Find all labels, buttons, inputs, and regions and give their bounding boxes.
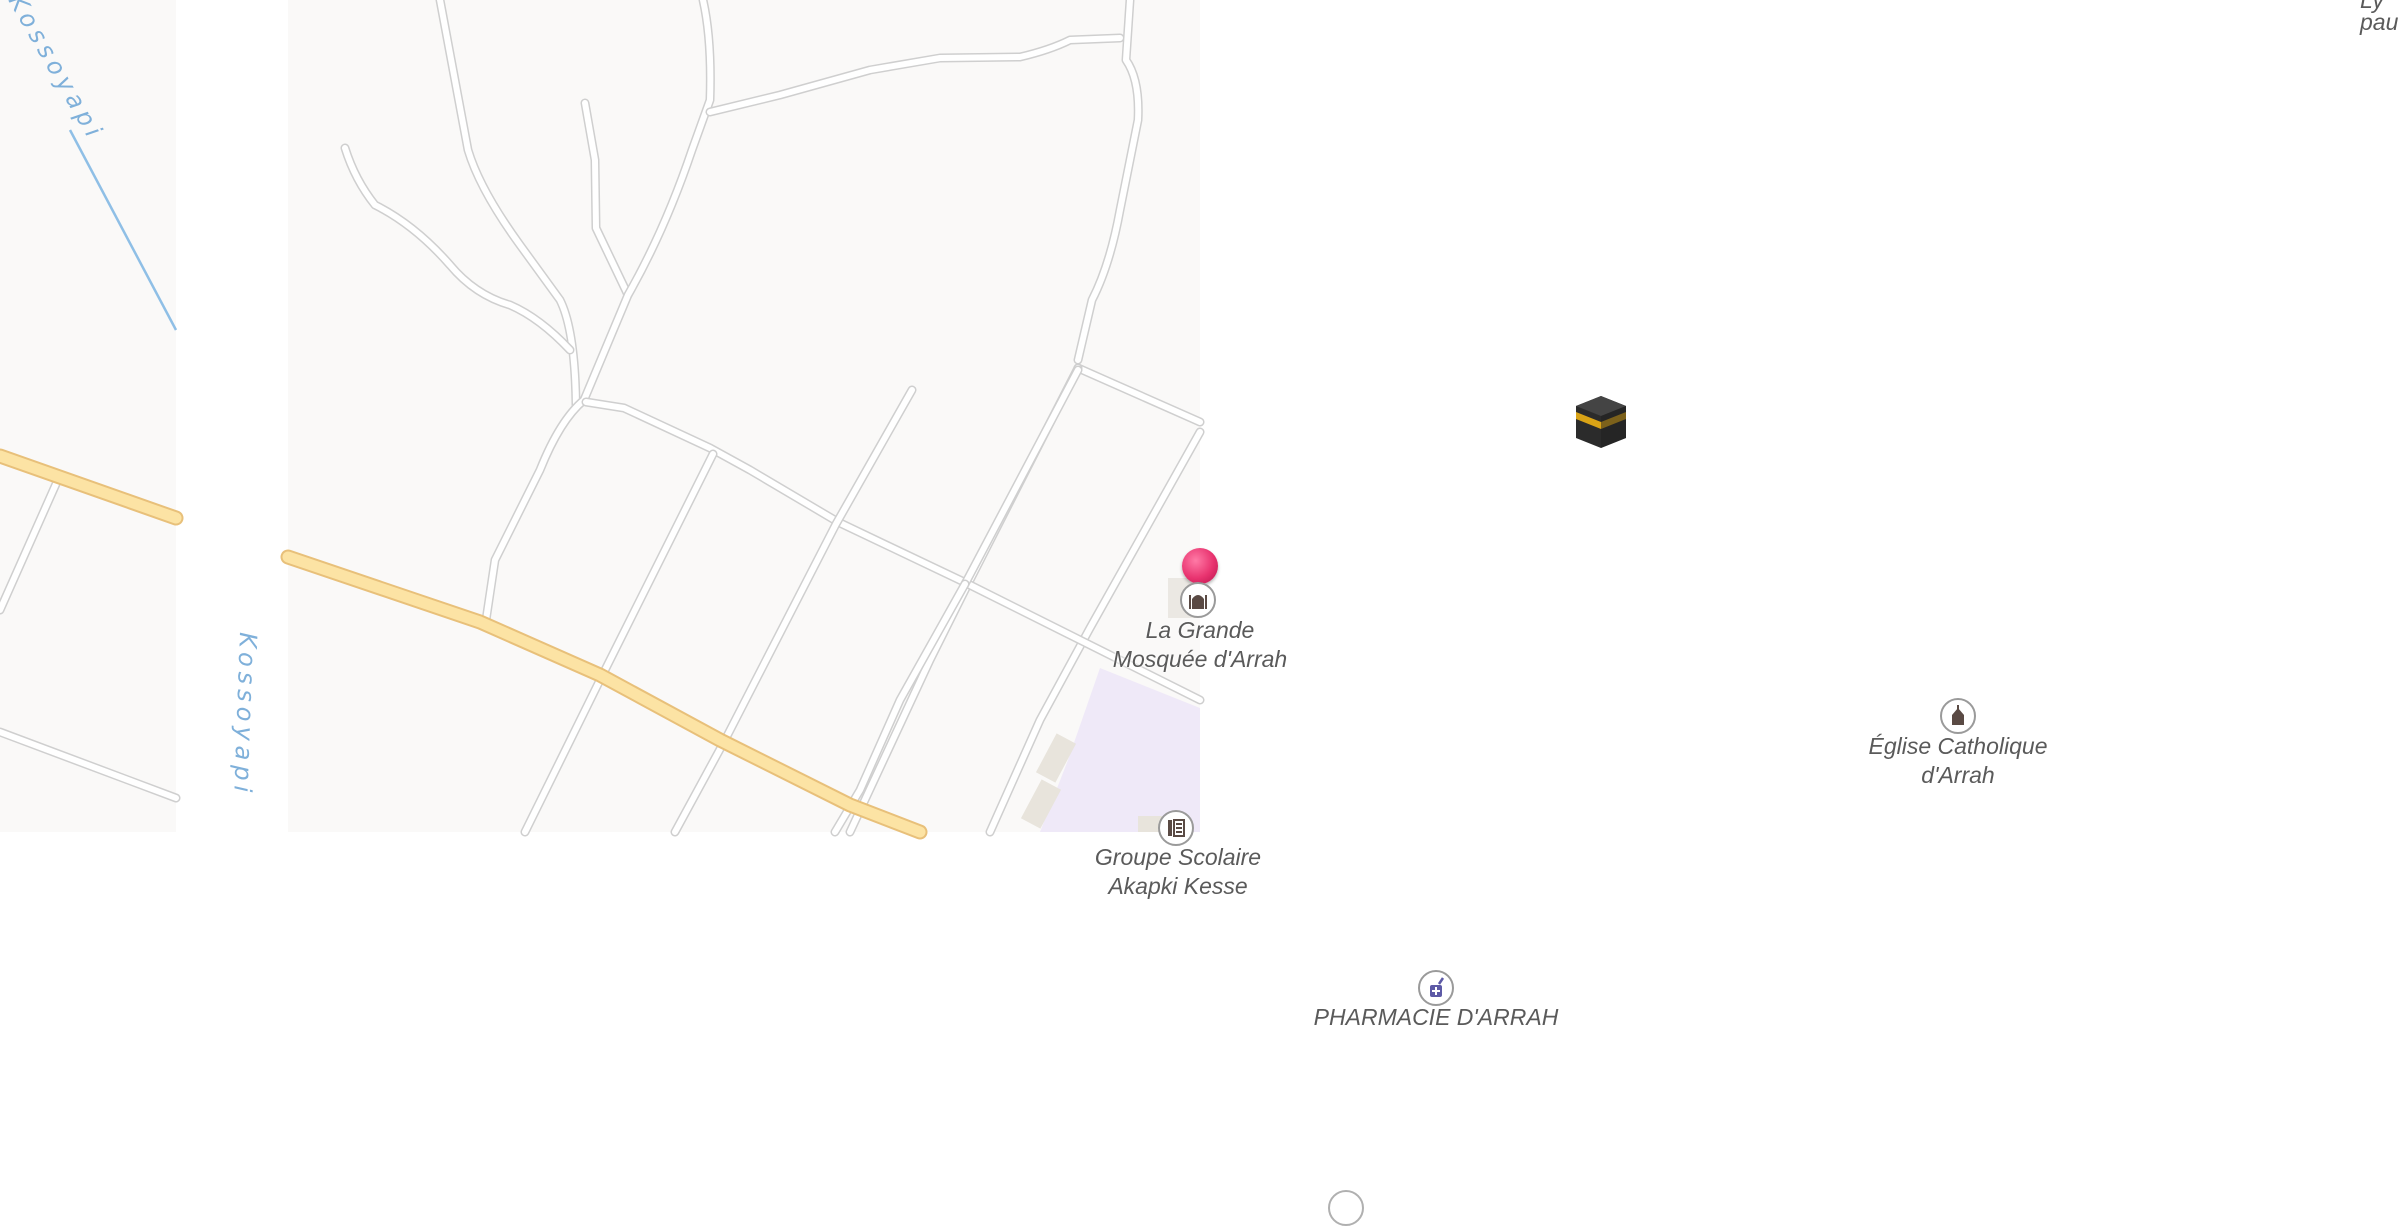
place-of-worship-icon[interactable] [1180, 582, 1216, 618]
location-marker-pin[interactable] [1182, 548, 1218, 584]
poi-label-mosque[interactable]: La Grande Mosquée d'Arrah [1105, 616, 1295, 674]
school-icon[interactable] [1158, 810, 1194, 846]
edge-label-line2: pau [2360, 9, 2399, 35]
pharmacy-icon[interactable] [1418, 970, 1454, 1006]
place-of-worship-icon[interactable] [1940, 698, 1976, 734]
poi-label-church[interactable]: Église Catholique d'Arrah [1858, 732, 2058, 790]
poi-label-pharmacy[interactable]: PHARMACIE D'ARRAH [1306, 1003, 1566, 1032]
partial-poi-icon[interactable] [1328, 1190, 1364, 1226]
poi-label-school[interactable]: Groupe Scolaire Akapki Kesse [1080, 843, 1276, 901]
river-label: Kossoyapi [228, 632, 262, 798]
kaaba-icon[interactable] [1574, 394, 1628, 450]
